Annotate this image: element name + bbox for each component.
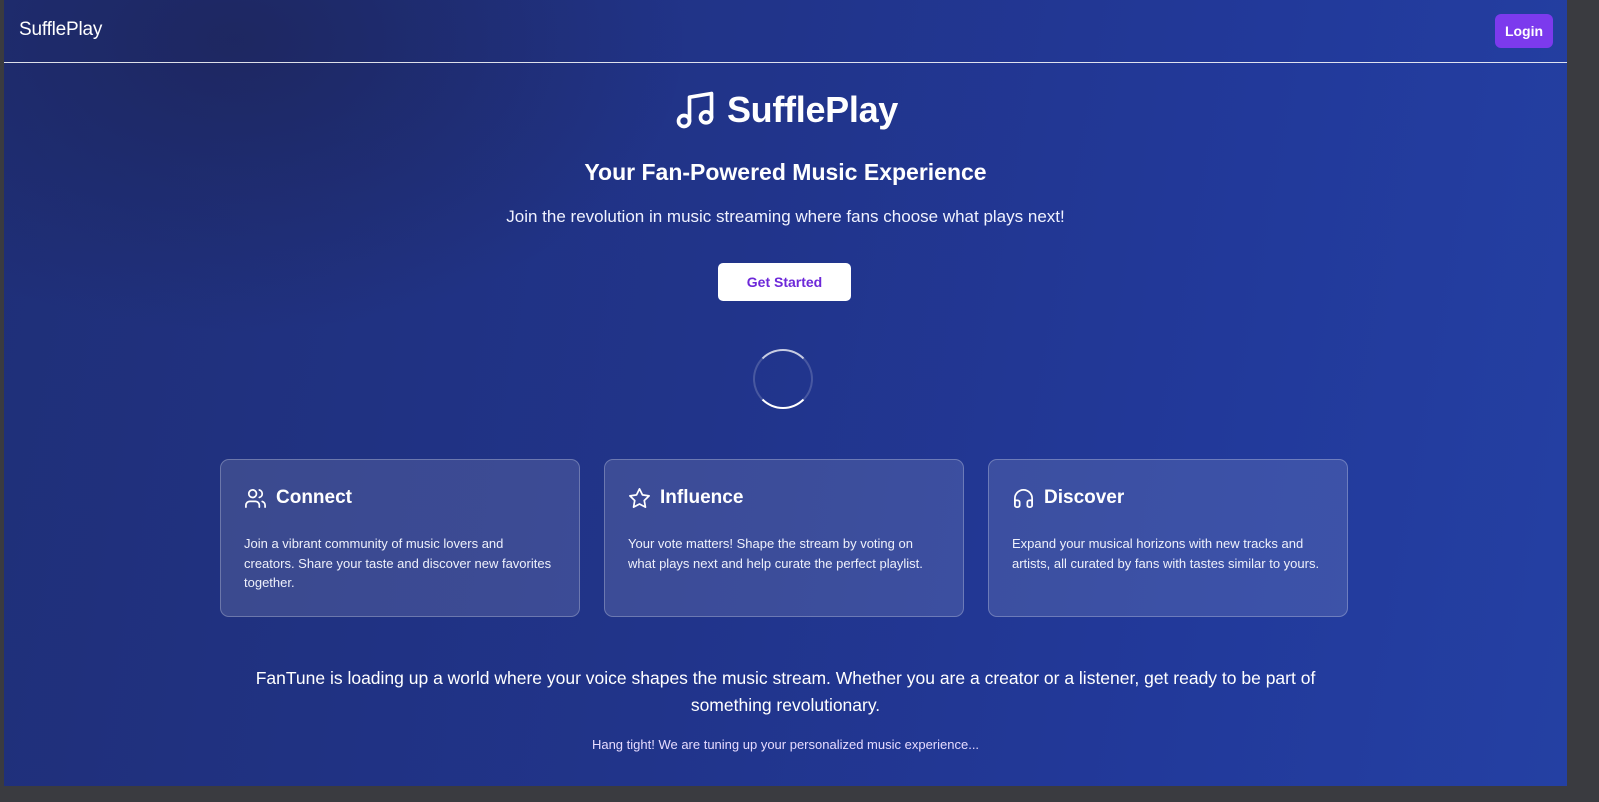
top-navbar: SufflePlay Login (4, 0, 1567, 63)
feature-description: Expand your musical horizons with new tr… (1012, 536, 1320, 571)
brand-name[interactable]: SufflePlay (19, 19, 102, 41)
feature-card-header: Connect (244, 484, 557, 512)
hero-subtitle: Join the revolution in music streaming w… (506, 207, 1065, 226)
feature-description: Your vote matters! Shape the stream by v… (628, 536, 923, 571)
hero-tagline: Your Fan-Powered Music Experience (584, 159, 987, 185)
feature-card-influence: Influence Your vote matters! Shape the s… (604, 459, 964, 617)
window-bottom-edge (0, 786, 1599, 802)
feature-description: Join a vibrant community of music lovers… (244, 536, 552, 590)
hero-title: SufflePlay (726, 89, 899, 130)
music-note-icon (673, 88, 717, 132)
users-icon (244, 487, 267, 510)
feature-card-connect: Connect Join a vibrant community of musi… (220, 459, 580, 617)
loading-message: FanTune is loading up a world where your… (255, 668, 1316, 715)
hero-logo: SufflePlay (4, 88, 1567, 132)
hang-tight-text: Hang tight! We are tuning up your person… (591, 737, 980, 752)
feature-card-header: Discover (1012, 484, 1325, 512)
feature-title: Influence (660, 487, 744, 508)
loading-spinner (753, 349, 813, 409)
app-viewport: SufflePlay Login SufflePlay Your Fan-Pow… (4, 0, 1567, 786)
star-icon (628, 487, 651, 510)
scrollbar-track[interactable] (1567, 0, 1599, 802)
feature-card-header: Influence (628, 484, 941, 512)
feature-title: Discover (1044, 487, 1125, 508)
feature-title: Connect (276, 487, 352, 508)
get-started-button[interactable]: Get Started (718, 263, 851, 301)
headphones-icon (1012, 487, 1035, 510)
login-button[interactable]: Login (1495, 14, 1553, 48)
feature-card-discover: Discover Expand your musical horizons wi… (988, 459, 1348, 617)
